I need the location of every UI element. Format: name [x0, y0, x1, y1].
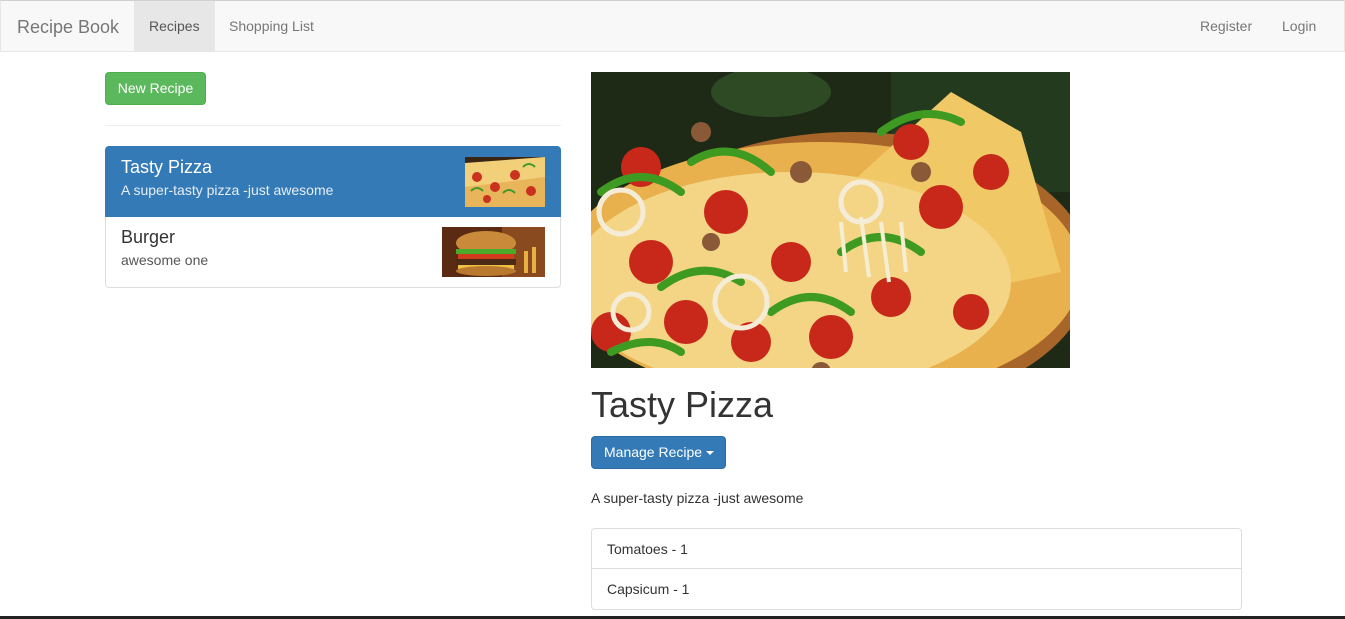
navbar: Recipe Book Recipes Shopping List Regist… — [0, 0, 1345, 52]
recipe-image — [591, 72, 1070, 368]
recipe-item-description: awesome one — [121, 252, 209, 268]
new-recipe-button[interactable]: New Recipe — [105, 72, 206, 105]
ingredient-item[interactable]: Tomatoes - 1 — [591, 528, 1242, 569]
recipe-list-item[interactable]: Tasty Pizza A super-tasty pizza -just aw… — [105, 146, 561, 217]
brand-link[interactable]: Recipe Book — [17, 1, 119, 53]
nav-register[interactable]: Register — [1185, 1, 1267, 52]
ingredient-item[interactable]: Capsicum - 1 — [591, 569, 1242, 610]
recipe-title: Tasty Pizza — [591, 384, 774, 425]
pizza-thumbnail — [465, 157, 545, 207]
recipe-list-item[interactable]: Burger awesome one — [105, 217, 561, 288]
nav-recipes[interactable]: Recipes — [134, 1, 215, 52]
manage-recipe-label: Manage Recipe — [604, 444, 703, 460]
burger-thumbnail — [442, 227, 545, 277]
recipe-item-name: Burger — [121, 227, 176, 247]
ingredients-list: Tomatoes - 1 Capsicum - 1 — [591, 528, 1242, 610]
divider — [105, 125, 561, 126]
recipe-list: Tasty Pizza A super-tasty pizza -just aw… — [105, 146, 561, 288]
caret-down-icon — [706, 451, 715, 456]
manage-recipe-dropdown[interactable]: Manage Recipe — [591, 436, 726, 469]
recipe-description: A super-tasty pizza -just awesome — [591, 490, 804, 506]
nav-shopping-list[interactable]: Shopping List — [214, 1, 329, 52]
recipe-item-name: Tasty Pizza — [121, 157, 213, 177]
nav-login[interactable]: Login — [1267, 1, 1331, 52]
recipe-item-description: A super-tasty pizza -just awesome — [121, 182, 334, 198]
